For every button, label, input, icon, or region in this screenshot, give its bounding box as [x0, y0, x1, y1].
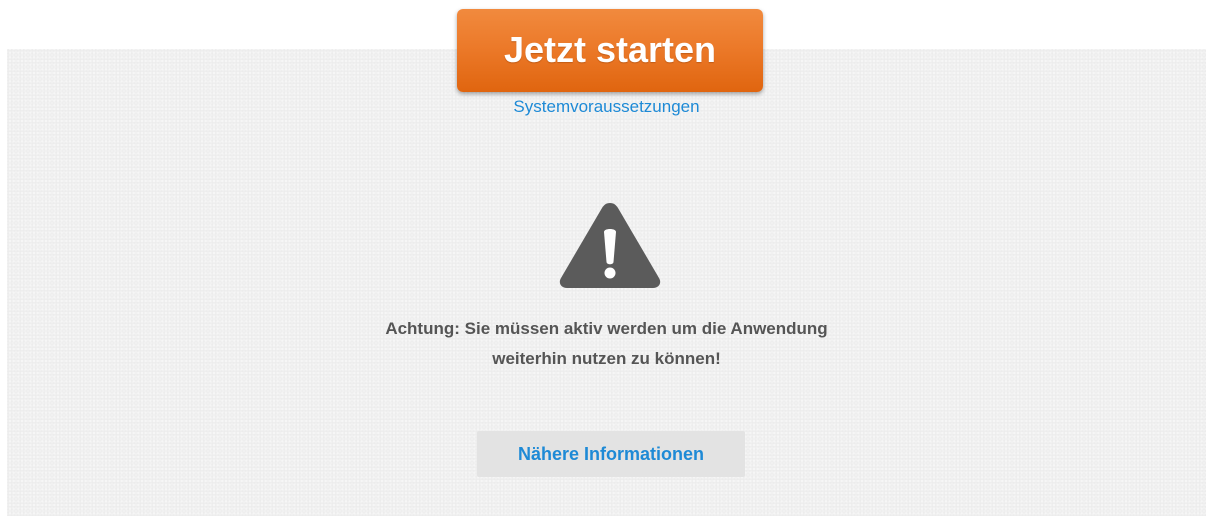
warning-message-line-2: weiterhin nutzen zu können! [492, 349, 721, 368]
warning-triangle-icon [559, 203, 661, 288]
warning-message: Achtung: Sie müssen aktiv werden um die … [0, 314, 1213, 374]
start-now-button[interactable]: Jetzt starten [457, 9, 763, 92]
more-information-button[interactable]: Nähere Informationen [477, 431, 745, 477]
warning-message-line-1: Achtung: Sie müssen aktiv werden um die … [385, 319, 828, 338]
page: Jetzt starten Systemvoraussetzungen Acht… [0, 0, 1213, 516]
system-requirements-link[interactable]: Systemvoraussetzungen [0, 97, 1213, 117]
